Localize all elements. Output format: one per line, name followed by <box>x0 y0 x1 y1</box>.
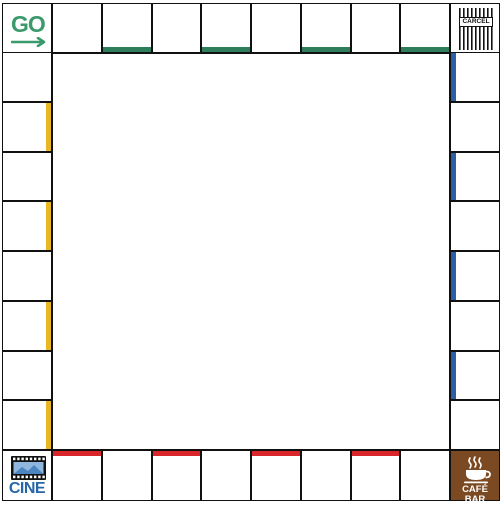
top-cell[interactable] <box>400 3 450 53</box>
bottom-cell[interactable] <box>201 450 251 501</box>
left-cell[interactable] <box>2 201 52 251</box>
film-hole <box>13 457 16 461</box>
game-board: GO CARCEL CINE CAFÉ BAR <box>0 0 502 505</box>
jail-bar <box>479 8 481 50</box>
jail-bar <box>483 8 485 50</box>
film-hole <box>38 475 41 479</box>
right-cell[interactable] <box>450 201 500 251</box>
right-cell[interactable] <box>450 251 500 301</box>
bottom-cell[interactable] <box>301 450 351 501</box>
color-strip <box>302 47 350 52</box>
jail-bar <box>459 8 461 50</box>
film-hole <box>25 457 28 461</box>
left-cell[interactable] <box>2 52 52 102</box>
right-cell[interactable] <box>450 400 500 450</box>
right-cell[interactable] <box>450 351 500 400</box>
prison-bars-icon <box>459 8 493 50</box>
jail-bar <box>491 8 493 50</box>
film-hole <box>38 457 41 461</box>
color-strip <box>451 53 456 101</box>
film-hole <box>42 457 45 461</box>
film-hole <box>42 475 45 479</box>
color-strip <box>103 47 151 52</box>
left-cell[interactable] <box>2 102 52 152</box>
color-strip <box>202 47 250 52</box>
color-strip <box>451 153 456 200</box>
left-cell[interactable] <box>2 152 52 201</box>
left-cell[interactable] <box>2 251 52 301</box>
right-arrow-icon <box>11 37 46 47</box>
jail-bar <box>463 8 465 50</box>
film-hole <box>29 475 33 479</box>
color-strip <box>46 401 51 449</box>
film-hole <box>17 457 20 461</box>
film-hole <box>34 475 37 479</box>
board-center <box>52 53 450 450</box>
jail-bar <box>487 8 489 50</box>
bottom-cell[interactable] <box>251 450 301 501</box>
corner-cafe[interactable]: CAFÉ BAR <box>450 450 500 505</box>
bottom-cell[interactable] <box>351 450 400 501</box>
left-cell[interactable] <box>2 400 52 450</box>
color-strip <box>252 451 300 456</box>
top-cell[interactable] <box>201 3 251 53</box>
corner-jail[interactable]: CARCEL <box>450 3 500 53</box>
film-hole <box>21 475 24 479</box>
go-label: GO <box>11 11 46 37</box>
right-cell[interactable] <box>450 52 500 102</box>
left-cell[interactable] <box>2 351 52 400</box>
top-cell[interactable] <box>301 3 351 53</box>
top-cell[interactable] <box>102 3 152 53</box>
cinema-label: CINE <box>8 480 46 497</box>
color-strip <box>352 451 399 456</box>
jail-bar <box>467 8 469 50</box>
film-hole <box>17 475 20 479</box>
film-hole <box>21 457 24 461</box>
cafe-label: CAFÉ BAR <box>462 484 488 505</box>
color-strip <box>401 47 449 52</box>
color-strip <box>451 252 456 300</box>
coffee-cup-icon <box>464 456 491 484</box>
color-strip <box>46 202 51 250</box>
film-hole <box>25 475 28 479</box>
corner-cinema[interactable]: CINE <box>2 450 52 501</box>
jail-bar <box>471 8 473 50</box>
color-strip <box>53 451 101 456</box>
color-strip <box>46 302 51 350</box>
top-cell[interactable] <box>351 3 400 53</box>
top-cell[interactable] <box>251 3 301 53</box>
bottom-cell[interactable] <box>102 450 152 501</box>
bottom-cell[interactable] <box>400 450 450 501</box>
film-hole <box>29 457 33 461</box>
right-cell[interactable] <box>450 301 500 351</box>
corner-go[interactable]: GO <box>2 3 52 53</box>
jail-bar <box>475 8 477 50</box>
right-cell[interactable] <box>450 152 500 201</box>
bottom-cell[interactable] <box>152 450 201 501</box>
color-strip <box>451 352 456 399</box>
left-cell[interactable] <box>2 301 52 351</box>
top-cell[interactable] <box>52 3 102 53</box>
right-cell[interactable] <box>450 102 500 152</box>
jail-label: CARCEL <box>459 17 493 27</box>
color-strip <box>46 103 51 151</box>
film-strip-icon <box>11 456 46 480</box>
top-cell[interactable] <box>152 3 201 53</box>
bottom-cell[interactable] <box>52 450 102 501</box>
film-hole <box>34 457 37 461</box>
film-hole <box>13 475 16 479</box>
color-strip <box>153 451 200 456</box>
